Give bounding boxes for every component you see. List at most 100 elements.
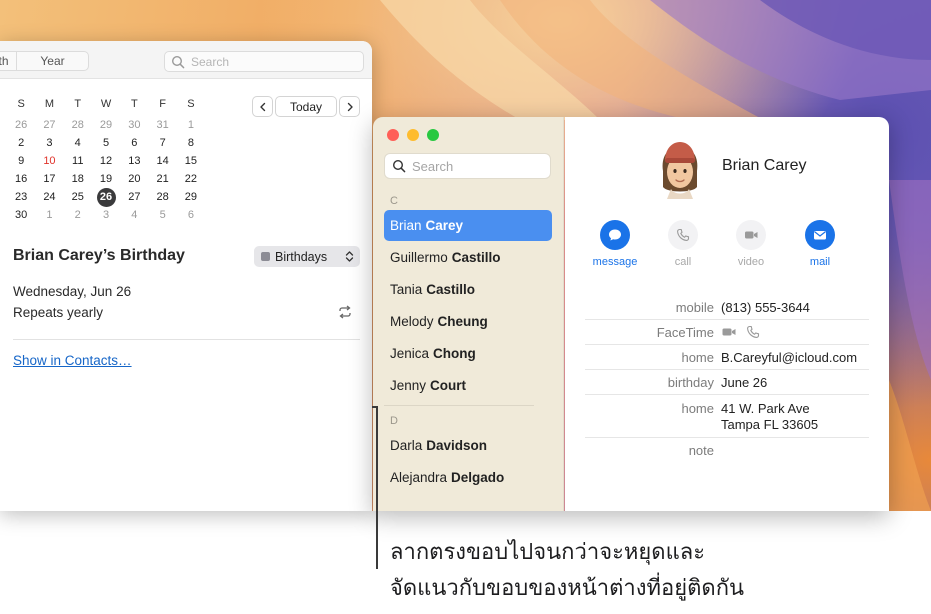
day-cell[interactable]: 20: [120, 170, 148, 188]
weekday-label: F: [159, 98, 166, 110]
day-cell[interactable]: 22: [177, 170, 205, 188]
segment-year[interactable]: Year: [17, 52, 88, 70]
address-line-1[interactable]: 41 W. Park Ave: [721, 401, 810, 416]
contact-last-name: Chong: [433, 346, 476, 361]
contact-row[interactable]: Jenny Court: [384, 370, 552, 401]
day-cell[interactable]: 31: [148, 116, 176, 134]
day-cell[interactable]: 28: [64, 116, 92, 134]
day-cell[interactable]: 25: [64, 188, 92, 206]
event-divider: [13, 339, 360, 340]
day-cell[interactable]: 15: [177, 152, 205, 170]
day-cell[interactable]: 30: [120, 116, 148, 134]
message-icon: [609, 229, 621, 241]
address-line-2[interactable]: Tampa FL 33605: [721, 417, 818, 432]
day-cell[interactable]: 3: [35, 134, 63, 152]
calendar-search-field[interactable]: Search: [164, 51, 364, 72]
contact-row[interactable]: Darla Davidson: [384, 430, 552, 461]
contacts-search-field[interactable]: Search: [384, 153, 551, 179]
contact-last-name: Delgado: [451, 470, 505, 485]
contact-row[interactable]: Alejandra Delgado: [384, 462, 552, 493]
address-label: home: [681, 401, 714, 416]
day-cell[interactable]: 5: [92, 134, 120, 152]
day-cell[interactable]: 4: [120, 206, 148, 224]
day-cell[interactable]: 4: [64, 134, 92, 152]
day-cell[interactable]: 27: [35, 116, 63, 134]
facetime-video-icon[interactable]: [721, 324, 737, 340]
day-cell[interactable]: 6: [120, 134, 148, 152]
callout-leader-line: [376, 406, 378, 569]
video-action[interactable]: video: [721, 220, 781, 268]
day-cell[interactable]: 8: [177, 134, 205, 152]
day-cell[interactable]: 26: [7, 116, 35, 134]
email-label: home: [681, 350, 714, 365]
day-cell[interactable]: 6: [177, 206, 205, 224]
day-cell[interactable]: 17: [35, 170, 63, 188]
day-cell[interactable]: 19: [92, 170, 120, 188]
day-cell[interactable]: 14: [148, 152, 176, 170]
day-cell[interactable]: 18: [64, 170, 92, 188]
callout-line-2: จัดแนวกับขอบของหน้าต่างที่อยู่ติดกัน: [390, 576, 745, 601]
today-day-cell[interactable]: 10: [35, 152, 63, 170]
chevron-left-icon: [259, 102, 265, 111]
day-cell[interactable]: 21: [148, 170, 176, 188]
day-cell[interactable]: 2: [64, 206, 92, 224]
day-cell[interactable]: 16: [7, 170, 35, 188]
show-in-contacts-link[interactable]: Show in Contacts…: [13, 353, 132, 368]
contact-row[interactable]: Melody Cheung: [384, 306, 552, 337]
instruction-callout: ลากตรงขอบไปจนกว่าจะหยุดและ จัดแนวกับขอบข…: [390, 535, 744, 607]
segment-month[interactable]: th: [0, 52, 17, 70]
mail-button[interactable]: [805, 220, 835, 250]
day-cell[interactable]: 13: [120, 152, 148, 170]
day-cell[interactable]: 1: [177, 116, 205, 134]
calendar-window: th Year Search SMTWTFS 26 27 28 29 30 31 1 2 3 4 5…: [0, 41, 372, 511]
day-cell[interactable]: 29: [92, 116, 120, 134]
day-cell[interactable]: 2: [7, 134, 35, 152]
section-header: D: [390, 415, 398, 427]
day-cell[interactable]: 24: [35, 188, 63, 206]
day-cell[interactable]: 12: [92, 152, 120, 170]
day-cell[interactable]: 27: [120, 188, 148, 206]
previous-month-button[interactable]: [252, 96, 273, 117]
call-button[interactable]: [668, 220, 698, 250]
mail-icon: [814, 231, 826, 240]
call-action[interactable]: call: [653, 220, 713, 268]
weekday-label: T: [74, 98, 82, 110]
mobile-value[interactable]: (813) 555-3644: [721, 300, 810, 315]
contact-row[interactable]: Tania Castillo: [384, 274, 552, 305]
contact-last-name: Carey: [425, 218, 464, 233]
day-cell[interactable]: 3: [92, 206, 120, 224]
selected-day-cell[interactable]: 26: [92, 187, 120, 207]
contacts-search-placeholder: Search: [412, 158, 454, 174]
day-cell[interactable]: 23: [7, 188, 35, 206]
day-cell[interactable]: 30: [7, 206, 35, 224]
day-cell[interactable]: 28: [148, 188, 176, 206]
next-month-button[interactable]: [339, 96, 360, 117]
contact-row-selected[interactable]: Brian Carey: [384, 210, 552, 241]
contact-first-name: Jenica: [390, 346, 430, 361]
calendar-selector-popup[interactable]: Birthdays: [254, 246, 360, 267]
message-action[interactable]: message: [585, 220, 645, 268]
window-minimize-button[interactable]: [407, 129, 419, 141]
video-button[interactable]: [736, 220, 766, 250]
view-segmented-control: th Year: [0, 51, 89, 71]
window-close-button[interactable]: [387, 129, 399, 141]
mail-label: mail: [809, 256, 831, 268]
day-cell[interactable]: 9: [7, 152, 35, 170]
email-value[interactable]: B.Careyful@icloud.com: [721, 350, 857, 365]
contact-first-name: Melody: [390, 314, 434, 329]
contact-last-name: Castillo: [451, 250, 501, 265]
contact-row[interactable]: Jenica Chong: [384, 338, 552, 369]
day-cell[interactable]: 11: [64, 152, 92, 170]
day-cell[interactable]: 5: [148, 206, 176, 224]
today-button[interactable]: Today: [275, 96, 337, 117]
facetime-label: FaceTime: [656, 325, 714, 340]
facetime-audio-icon[interactable]: [745, 324, 761, 340]
message-button[interactable]: [600, 220, 630, 250]
mail-action[interactable]: mail: [790, 220, 850, 268]
day-cell[interactable]: 29: [177, 188, 205, 206]
day-cell[interactable]: 1: [35, 206, 63, 224]
contact-row[interactable]: Guillermo Castillo: [384, 242, 552, 273]
day-cell[interactable]: 7: [148, 134, 176, 152]
window-zoom-button[interactable]: [427, 129, 439, 141]
weekday-label: T: [130, 98, 138, 110]
